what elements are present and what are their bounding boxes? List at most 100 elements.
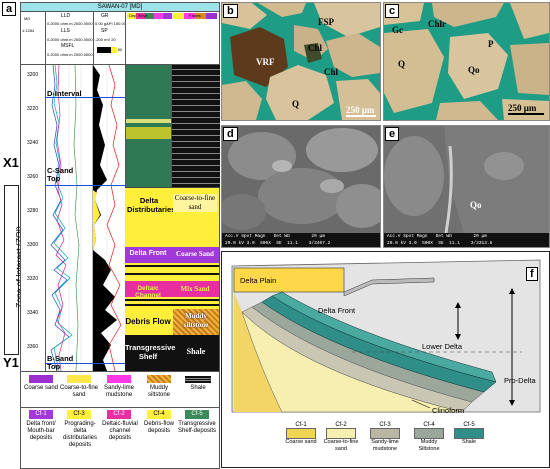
depth-3220: 3220 [27,106,39,112]
panel-letter-e: e [385,127,400,141]
md-label: MD [24,16,31,21]
panel-letter-d: d [223,127,238,141]
panel-letter-a: a [2,2,17,16]
x1-label: X1 [3,155,19,170]
marker-c-sand-top: C-Sand Top [47,166,74,183]
depth-column: 3200 3220 3240 3260 3280 3300 3320 3340 … [21,65,46,371]
depth-3360: 3360 [27,344,39,350]
track-msfl: MSFL [61,43,75,49]
legend-label-coarse-sand: Coarse sand [23,385,59,391]
label-chl-2: Chl [324,67,339,77]
diagram-legend-cf4: Cf-4 Muddy Siltstone [410,422,448,453]
sem-bar-d: Acc.V Spot Magn Det WD 20 μm 20.0 kV 3.0… [222,233,380,247]
label-fsp: FSP [318,17,335,27]
legend-swatch-coarse-sand [29,375,53,383]
env-debris-flow: Debris Flow Muddy siltstone [125,309,219,335]
label-vrf: VRF [256,57,275,67]
label-p: P [488,39,494,49]
track-sp: SP [101,28,108,34]
scale-b: 250 μm [346,105,375,115]
assoc-cf1: Cf-1 [29,410,53,419]
diagram-legend: Cf-1 Coarse sand Cf-2 Coarse-to-fine san… [284,422,494,464]
depth-3300: 3300 [27,242,39,248]
panel-letter-b: b [223,4,238,18]
depth-3260: 3260 [27,174,39,180]
label-lower-delta: Lower Delta [422,342,463,351]
log-legend: Coarse sand Coarse-to-fine sand Sandy-li… [20,371,220,469]
assoc-cf3-label: Prograding-delta distributaries deposits [62,421,97,448]
legend-swatch-coarse-to-fine [67,375,91,383]
sem-bar-e: Acc.V Spot Magn Det WD 20 μm 20.0 kV 3.0… [384,233,549,247]
assoc-cf2: Cf-2 [107,410,131,419]
panel-f: f Delta Plain Delta Front Lower Delta Pr… [221,251,550,468]
track-lls: LLS [61,28,70,34]
label-delta-front: Delta Front [318,306,356,315]
track-gr-scale: 0.00 gAPI 150.00 [95,21,126,26]
label-qo-c: Qo [468,65,480,75]
well-name: SAWAN-07 [MD] [97,4,143,10]
label-chlr: Chlr [428,19,446,29]
thin-section-b [222,3,380,120]
panel-b: b FSP Chl Chl VRF Q 250 μm [221,2,381,121]
track-lld: LLD [61,13,71,19]
dep-env-label: Dep. Envir. [129,13,149,18]
legend-swatch-shale [185,375,211,383]
legend-label-coarse-to-fine: Coarse-to-fine sand [59,385,98,398]
label-chl-1: Chl [308,43,323,53]
assoc-cf2-label: Deltaic-fluvial channel deposits [102,421,138,441]
track-lld-scale: 0.2000 ohm.m 2000.0000 [47,21,93,26]
track-msfl-scale: 0.2000 ohm.m 2000.0000 [47,52,93,57]
log-body: 3200 3220 3240 3260 3280 3300 3320 3340 … [20,64,220,372]
assoc-cf5-label: Transgressive Shelf-deposits [177,421,217,434]
md-scale: 1:1284 [22,28,35,33]
assoc-cf3: Cf-3 [67,410,91,419]
env-stripes [125,297,219,309]
panel-a: a SAWAN-07 [MD] MD 1:1284 LLD 0.2000 ohm… [0,0,220,469]
label-clinoform: Clinoform [432,406,465,415]
log-curves [50,65,122,371]
track-gr: GR [101,13,109,19]
depth-3340: 3340 [27,310,39,316]
diagram-legend-cf1: Cf-1 Coarse sand [285,422,317,445]
legend-swatch-sandy-lime [107,375,131,383]
panel-letter-f: f [526,267,538,281]
fill-swatch-yellow [111,47,117,53]
label-pro-delta: Pro-Delta [504,376,536,385]
sem-image-e [384,126,549,234]
diagram-legend-cf3: Cf-3 Sandy-lime mudstone [370,422,400,452]
env-delta-distributaries: Delta Distributaries Coarse-to-fine sand [125,187,219,232]
track-lls-scale: 0.2000 ohm.m 2000.0000 [47,37,93,42]
log-header-tracks: MD 1:1284 LLD 0.2000 ohm.m 2000.0000 LLS… [20,11,220,65]
sem-image-d [222,126,380,233]
env-transgressive-shelf: Transgressive Shelf Shale [125,335,219,371]
env-yellow-fill-2 [125,263,219,281]
assoc-cf4-label: Debris-flow deposits [143,421,174,434]
panel-d: d Acc.V Spot Magn Det WD 20 μm 20.0 kV 3… [221,125,381,248]
assoc-cf4: Cf-4 [147,410,171,419]
label-qo-e: Qo [470,200,482,210]
depth-3200: 3200 [27,72,39,78]
track-sp-scale: -200 mV 20 [95,37,116,42]
diagram-legend-cf5: Cf-5 Shale [452,422,486,446]
label-q-c: Q [398,59,406,69]
legend-label-muddy-siltstone: Muddy siltstone [147,385,170,398]
y1-label: Y1 [3,355,19,370]
diagram-legend-cf2: Cf-2 Coarse-to-fine sand [323,422,359,452]
depth-3320: 3320 [27,276,39,282]
env-deltaic-channel: Deltaic Channel Mix Sand [125,281,219,299]
label-q: Q [292,99,300,109]
panel-c: c Gc Chlr P Q Qo 250 μm [383,2,550,121]
depth-3280: 3280 [27,208,39,214]
facies-muddy-siltstone: Muddy siltstone [173,309,219,335]
panel-e: e Qo Acc.V Spot Magn Det WD 20 μm 20.0 k… [383,125,550,248]
label-delta-plain: Delta Plain [240,276,277,285]
fill-swatch [97,47,111,53]
assoc-cf1-label: Delta front/ Mouth-bar deposits [26,421,56,441]
facies-column [171,65,220,187]
label-gc: Gc [392,25,403,35]
legend-swatch-muddy-siltstone [147,375,171,383]
depth-3240: 3240 [27,140,39,146]
facies-label: Facies [189,13,201,18]
legend-label-shale: Shale [190,385,206,391]
panel-letter-c: c [385,4,400,18]
